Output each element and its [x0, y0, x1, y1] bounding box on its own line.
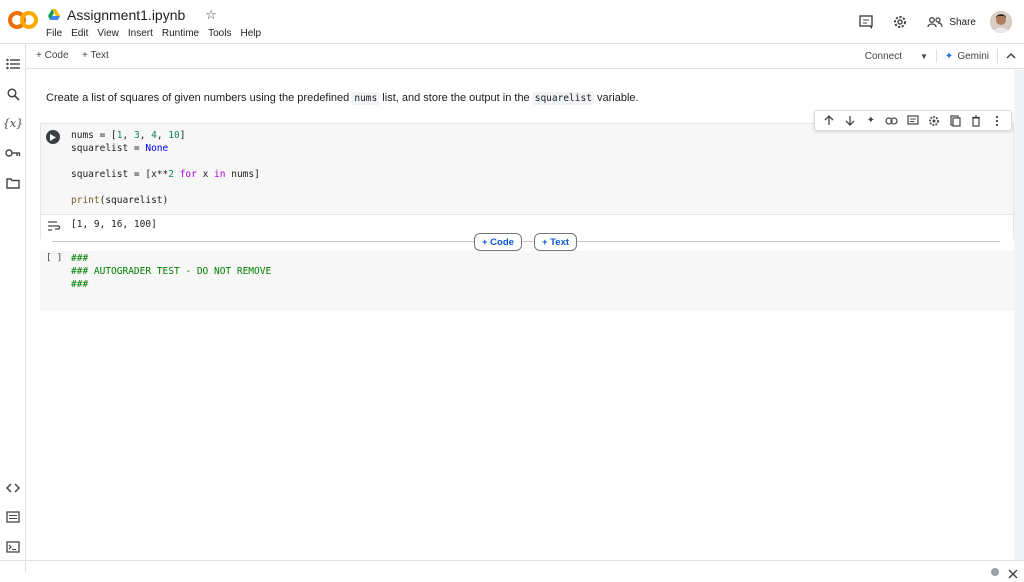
- command-palette-icon[interactable]: [5, 509, 21, 525]
- search-icon[interactable]: [5, 86, 21, 102]
- code-line: squarelist = None: [71, 143, 169, 154]
- share-label: Share: [949, 16, 976, 28]
- markdown-cell[interactable]: Create a list of squares of given number…: [46, 92, 639, 105]
- gemini-button[interactable]: ✦ Gemini: [945, 51, 989, 62]
- markdown-text: list, and store the output in the: [379, 92, 533, 104]
- mirror-cell-icon[interactable]: [948, 114, 962, 128]
- terminal-icon[interactable]: [5, 539, 21, 555]
- cell-toolbar: ✦: [814, 110, 1012, 131]
- menu-tools[interactable]: Tools: [208, 28, 231, 39]
- comments-icon[interactable]: [853, 9, 879, 35]
- toolbar-divider: [997, 49, 998, 63]
- scrollbar[interactable]: [1014, 70, 1024, 560]
- avatar[interactable]: [990, 11, 1012, 33]
- inline-code: nums: [352, 92, 380, 105]
- delete-trash-icon[interactable]: [969, 114, 983, 128]
- menu-insert[interactable]: Insert: [128, 28, 153, 39]
- menu-help[interactable]: Help: [240, 28, 261, 39]
- header: Assignment1.ipynb ☆ File Edit View Inser…: [0, 0, 1024, 44]
- files-folder-icon[interactable]: [5, 175, 21, 191]
- execution-count-bracket[interactable]: [ ]: [46, 253, 62, 263]
- cell-insert-divider: [52, 241, 1000, 242]
- share-button[interactable]: Share: [927, 16, 976, 28]
- add-text-cell-button[interactable]: + Text: [82, 50, 109, 61]
- output-text: [1, 9, 16, 100]: [71, 219, 157, 230]
- menu-file[interactable]: File: [46, 28, 62, 39]
- output-actions-icon[interactable]: [47, 219, 61, 231]
- code-line: squarelist = [x**2 for x in nums]: [71, 169, 260, 180]
- inline-code: squarelist: [532, 92, 594, 105]
- run-cell-button[interactable]: [46, 130, 60, 144]
- menu-runtime[interactable]: Runtime: [162, 28, 199, 39]
- star-icon[interactable]: ☆: [205, 7, 217, 23]
- code-comment-line: ###: [71, 279, 89, 290]
- move-down-arrow-icon[interactable]: [843, 114, 857, 128]
- table-of-contents-icon[interactable]: [5, 56, 21, 72]
- status-dot-icon[interactable]: [991, 568, 999, 576]
- insert-text-cell-button[interactable]: + Text: [534, 233, 578, 251]
- close-icon[interactable]: [1008, 566, 1018, 582]
- left-sidebar: {x}: [0, 44, 26, 572]
- code-line: print(squarelist): [71, 195, 169, 206]
- code-snippets-icon[interactable]: [5, 480, 21, 496]
- code-line: nums = [1, 3, 4, 10]: [71, 130, 186, 141]
- secrets-key-icon[interactable]: [5, 145, 21, 161]
- colab-logo-icon[interactable]: [8, 9, 38, 31]
- variables-icon[interactable]: {x}: [3, 115, 23, 131]
- play-icon: [50, 133, 56, 141]
- toolbar-divider: [935, 49, 937, 63]
- comment-icon[interactable]: [906, 114, 920, 128]
- connect-dropdown-icon[interactable]: ▼: [920, 52, 928, 61]
- insert-code-cell-button[interactable]: + Code: [474, 233, 522, 251]
- gemini-sparkle-icon[interactable]: ✦: [864, 114, 878, 128]
- notebook-title[interactable]: Assignment1.ipynb: [67, 7, 185, 23]
- code-cell-editor[interactable]: [40, 251, 1014, 311]
- cell-settings-gear-icon[interactable]: [927, 114, 941, 128]
- code-comment-line: ###: [71, 253, 89, 264]
- more-options-icon[interactable]: [990, 114, 1004, 128]
- code-comment-line: ### AUTOGRADER TEST - DO NOT REMOVE: [71, 266, 272, 277]
- settings-gear-icon[interactable]: [887, 9, 913, 35]
- people-icon: [927, 17, 943, 28]
- menu-view[interactable]: View: [97, 28, 119, 39]
- menu-edit[interactable]: Edit: [71, 28, 88, 39]
- gemini-sparkle-icon: ✦: [944, 50, 954, 62]
- markdown-text: variable.: [593, 92, 639, 104]
- drive-icon[interactable]: [47, 8, 61, 22]
- collapse-chevron-up-icon[interactable]: [1006, 51, 1016, 62]
- cell-output: [40, 215, 1014, 239]
- link-icon[interactable]: [885, 114, 899, 128]
- menu-bar: File Edit View Insert Runtime Tools Help: [46, 28, 261, 39]
- markdown-text: Create a list of squares of given number…: [46, 92, 353, 104]
- connect-button[interactable]: Connect: [865, 51, 902, 62]
- colab-app: Assignment1.ipynb ☆ File Edit View Inser…: [0, 0, 1024, 582]
- notebook-toolbar: + Code + Text Connect ▼ ✦ Gemini: [26, 44, 1024, 69]
- status-bar: [0, 560, 1024, 582]
- add-code-cell-button[interactable]: + Code: [36, 50, 69, 61]
- gemini-label: Gemini: [957, 50, 989, 62]
- move-up-arrow-icon[interactable]: [822, 114, 836, 128]
